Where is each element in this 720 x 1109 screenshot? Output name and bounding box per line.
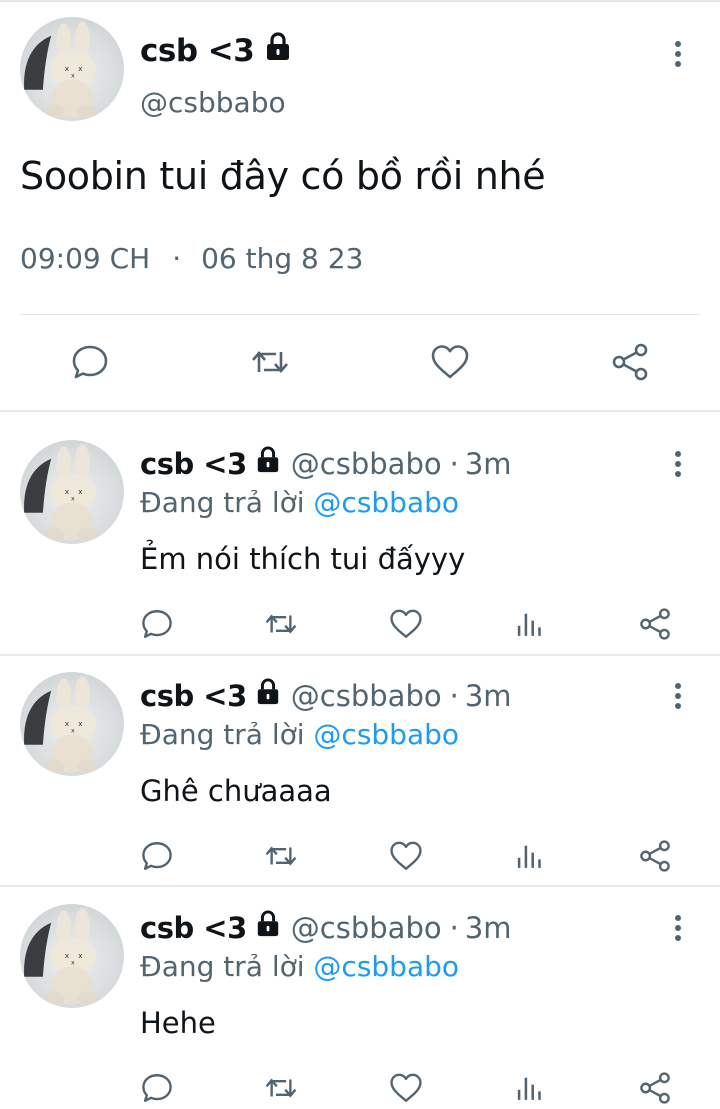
- like-icon[interactable]: [389, 1071, 423, 1105]
- svg-text:x: x: [71, 727, 75, 734]
- retweet-icon[interactable]: [264, 607, 298, 641]
- reply-header: csb <3 @csbbabo · 3m: [140, 678, 512, 713]
- retweet-icon[interactable]: [264, 1071, 298, 1105]
- mention-link[interactable]: @csbbabo: [313, 950, 459, 983]
- reply-text: Ẻm nói thích tui đấyyy: [140, 542, 466, 576]
- tweet-time[interactable]: 09:09 CH: [20, 242, 150, 275]
- svg-text:x: x: [78, 64, 83, 73]
- display-name[interactable]: csb <3: [140, 911, 247, 945]
- share-icon[interactable]: [638, 607, 672, 641]
- mention-link[interactable]: @csbbabo: [313, 718, 459, 751]
- bunny-plush-image: x x x: [24, 908, 96, 1004]
- handle[interactable]: @csbbabo: [291, 911, 442, 945]
- handle[interactable]: @csbbabo: [291, 447, 442, 481]
- lock-icon: [264, 32, 292, 70]
- reply-icon[interactable]: [140, 1071, 174, 1105]
- views-icon[interactable]: [514, 839, 548, 873]
- meta-separator: ·: [172, 242, 182, 275]
- svg-text:x: x: [65, 951, 70, 960]
- svg-text:x: x: [78, 951, 83, 960]
- share-icon[interactable]: [610, 342, 650, 382]
- replying-to: Đang trả lời @csbbabo: [140, 718, 459, 751]
- display-name[interactable]: csb <3: [140, 33, 255, 69]
- display-name[interactable]: csb <3: [140, 447, 247, 481]
- timestamp[interactable]: 3m: [465, 911, 512, 945]
- reply-text: Ghê chưaaaa: [140, 774, 332, 808]
- share-icon[interactable]: [638, 839, 672, 873]
- reply-icon[interactable]: [70, 342, 110, 382]
- like-icon[interactable]: [389, 607, 423, 641]
- main-tweet: x x x csb <3 @csbbabo Soobin tui đây có …: [0, 2, 720, 410]
- svg-text:x: x: [65, 719, 70, 728]
- replying-to-label: Đang trả lời: [140, 486, 314, 519]
- meta-separator: ·: [449, 678, 459, 713]
- bunny-plush-image: x x x: [24, 444, 96, 540]
- more-options-icon[interactable]: [664, 38, 692, 70]
- reply-tweet[interactable]: x x x csb <3 @csbbabo · 3m Đang trả lời …: [0, 876, 720, 1106]
- like-icon[interactable]: [389, 839, 423, 873]
- retweet-icon[interactable]: [264, 839, 298, 873]
- lock-icon: [255, 446, 281, 481]
- bunny-plush-image: x x x: [24, 21, 96, 117]
- svg-text:x: x: [71, 72, 75, 79]
- tweet-text: Soobin tui đây có bồ rồi nhé: [20, 154, 546, 198]
- reply-icon[interactable]: [140, 839, 174, 873]
- reply-icon[interactable]: [140, 607, 174, 641]
- tweet-meta: 09:09 CH · 06 thg 8 23: [20, 242, 363, 275]
- avatar[interactable]: x x x: [20, 440, 124, 544]
- timestamp[interactable]: 3m: [465, 447, 512, 481]
- more-options-icon[interactable]: [664, 680, 692, 712]
- replying-to: Đang trả lời @csbbabo: [140, 950, 459, 983]
- reply-tweet[interactable]: x x x csb <3 @csbbabo · 3m Đang trả lời …: [0, 644, 720, 874]
- tweet-date[interactable]: 06 thg 8 23: [201, 242, 363, 275]
- views-icon[interactable]: [514, 607, 548, 641]
- reply-header: csb <3 @csbbabo · 3m: [140, 910, 512, 945]
- replying-to: Đang trả lời @csbbabo: [140, 486, 459, 519]
- more-options-icon[interactable]: [664, 912, 692, 944]
- reply-header: csb <3 @csbbabo · 3m: [140, 446, 512, 481]
- display-name-row[interactable]: csb <3: [140, 32, 292, 70]
- replying-to-label: Đang trả lời: [140, 950, 314, 983]
- handle[interactable]: @csbbabo: [291, 679, 442, 713]
- bunny-plush-image: x x x: [24, 676, 96, 772]
- avatar[interactable]: x x x: [20, 904, 124, 1008]
- svg-text:x: x: [71, 959, 75, 966]
- svg-text:x: x: [78, 719, 83, 728]
- display-name[interactable]: csb <3: [140, 679, 247, 713]
- meta-separator: ·: [449, 446, 459, 481]
- avatar[interactable]: x x x: [20, 672, 124, 776]
- svg-text:x: x: [71, 495, 75, 502]
- share-icon[interactable]: [638, 1071, 672, 1105]
- avatar[interactable]: x x x: [20, 17, 124, 121]
- meta-separator: ·: [449, 910, 459, 945]
- views-icon[interactable]: [514, 1071, 548, 1105]
- svg-text:x: x: [78, 487, 83, 496]
- reply-tweet[interactable]: x x x csb <3 @csbbabo · 3m Đang trả lời …: [0, 412, 720, 642]
- timestamp[interactable]: 3m: [465, 679, 512, 713]
- svg-text:x: x: [65, 487, 70, 496]
- lock-icon: [255, 678, 281, 713]
- divider: [20, 314, 700, 315]
- mention-link[interactable]: @csbbabo: [313, 486, 459, 519]
- handle[interactable]: @csbbabo: [140, 86, 286, 119]
- reply-text: Hehe: [140, 1006, 216, 1040]
- lock-icon: [255, 910, 281, 945]
- more-options-icon[interactable]: [664, 448, 692, 480]
- replying-to-label: Đang trả lời: [140, 718, 314, 751]
- svg-text:x: x: [65, 64, 70, 73]
- retweet-icon[interactable]: [250, 342, 290, 382]
- like-icon[interactable]: [430, 342, 470, 382]
